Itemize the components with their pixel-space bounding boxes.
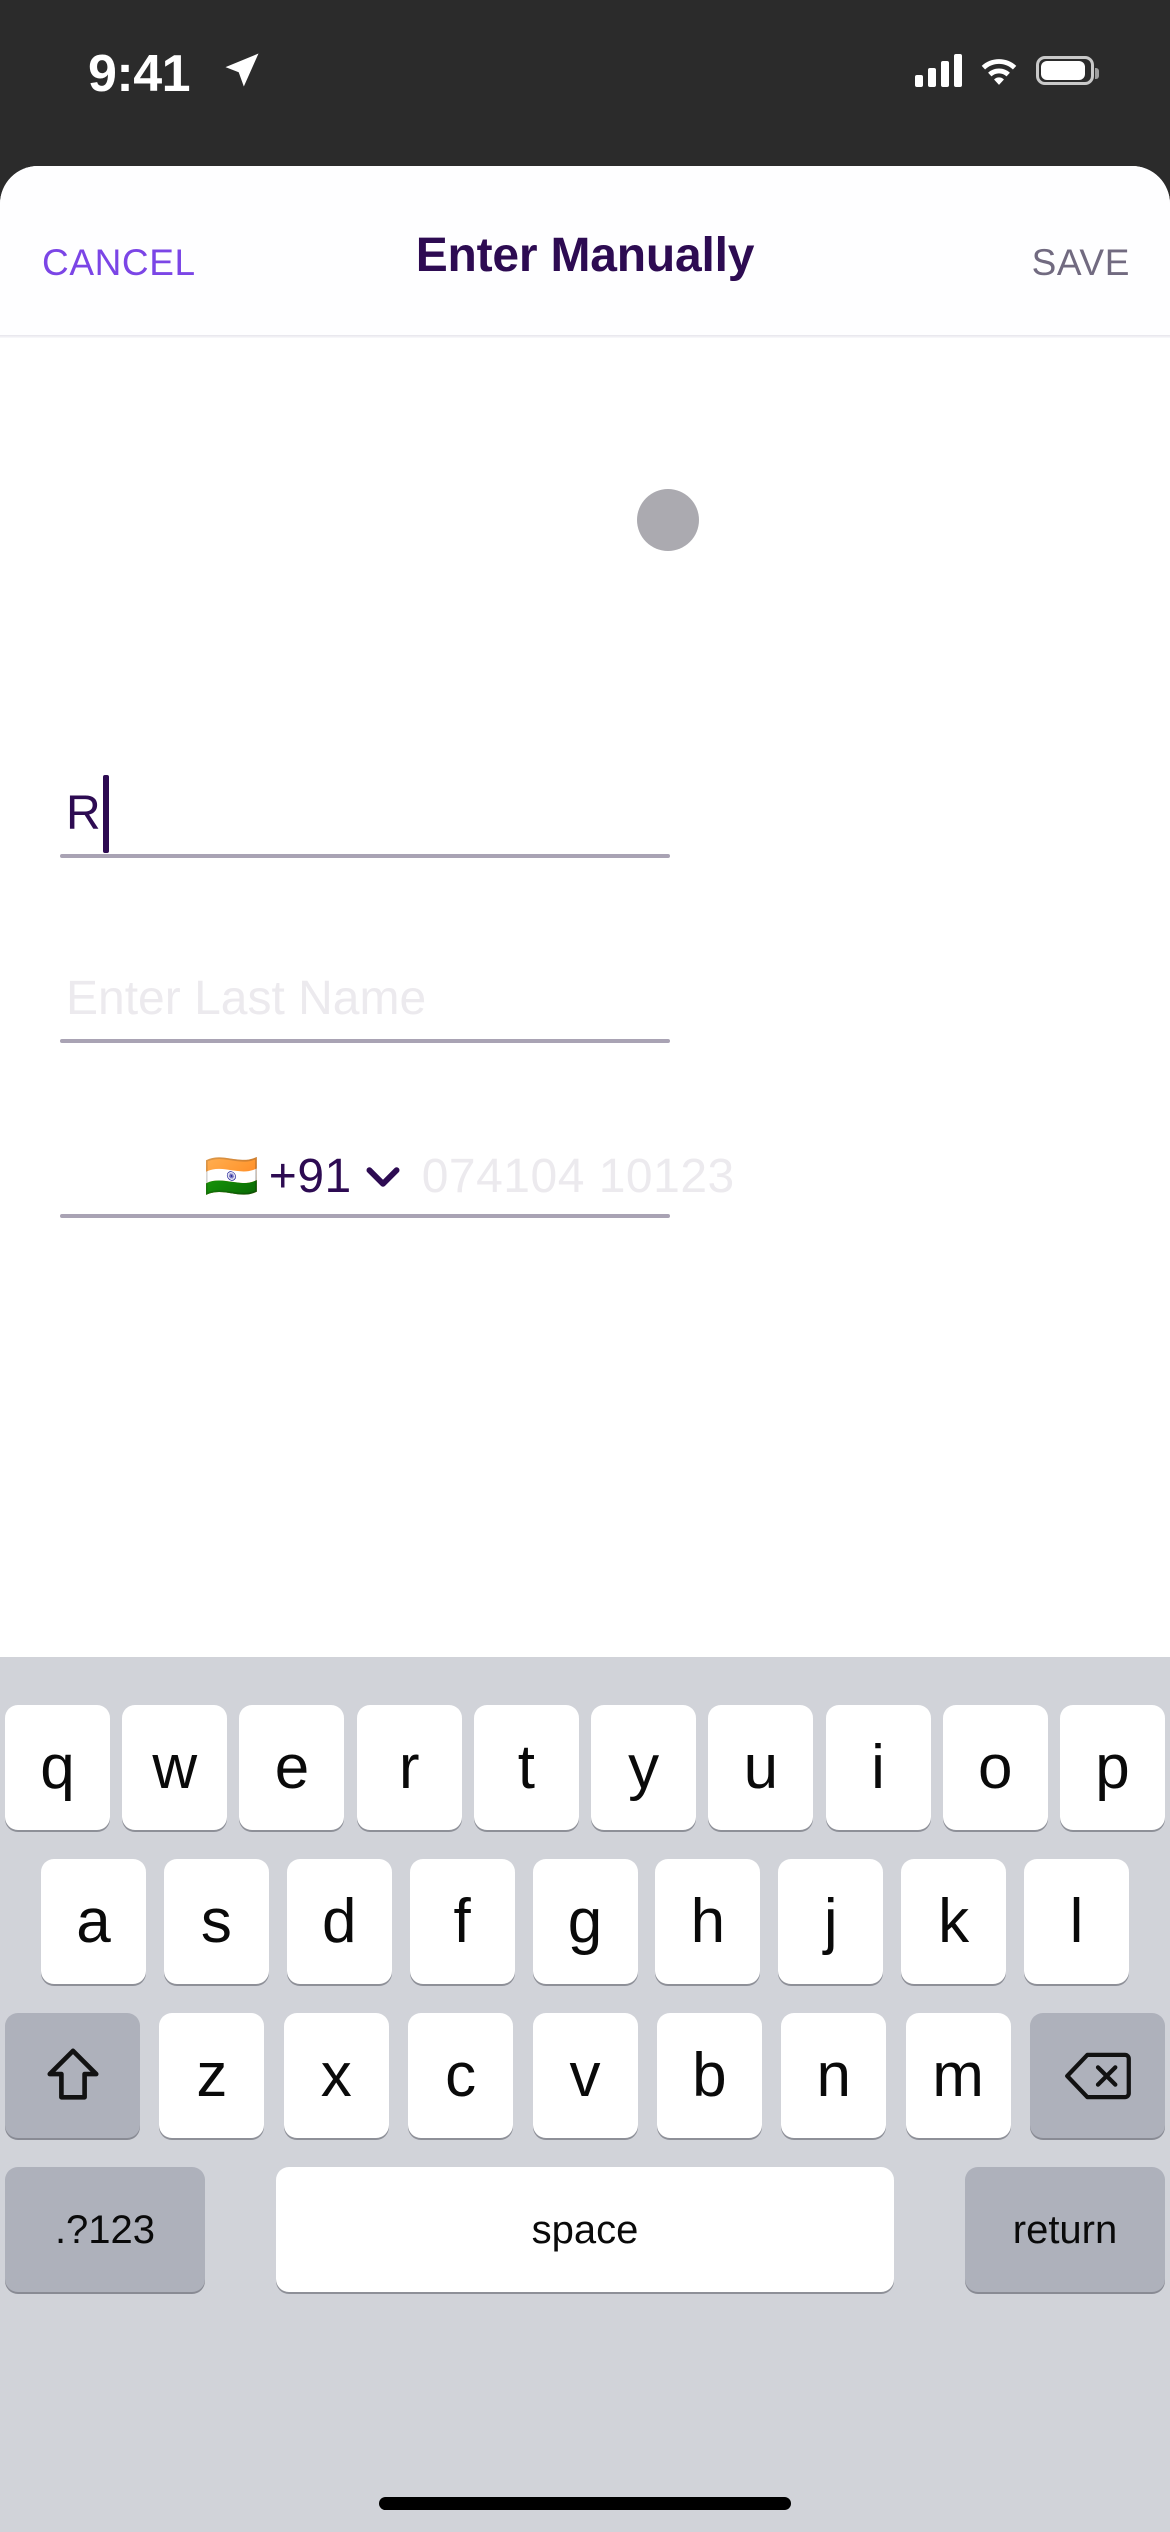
key-k[interactable]: k — [901, 1859, 1006, 1984]
shift-key[interactable] — [5, 2013, 140, 2138]
status-bar: 9:41 — [0, 0, 1170, 166]
keyboard-row-3: z x c v b n m — [0, 2013, 1170, 2138]
phone-row: 🇮🇳 +91 074104 10123 — [60, 1149, 670, 1204]
phone-screen: 9:41 CANCEL Enter Manually SAVE — [0, 0, 1170, 2532]
keyboard-row-1: q w e r t y u i o p — [0, 1705, 1170, 1830]
key-o[interactable]: o — [943, 1705, 1048, 1830]
sheet-nav-bar: CANCEL Enter Manually SAVE — [0, 166, 1170, 338]
key-j[interactable]: j — [778, 1859, 883, 1984]
wifi-icon — [978, 54, 1020, 86]
tap-indicator — [637, 489, 699, 551]
key-s[interactable]: s — [164, 1859, 269, 1984]
key-e[interactable]: e — [239, 1705, 344, 1830]
key-l[interactable]: l — [1024, 1859, 1129, 1984]
space-key[interactable]: space — [276, 2167, 894, 2292]
shift-arrow-icon — [45, 2047, 101, 2105]
status-bar-indicators — [915, 48, 1094, 92]
key-t[interactable]: t — [474, 1705, 579, 1830]
battery-icon — [1036, 56, 1094, 85]
keyboard-row-4: .?123 space return — [0, 2167, 1170, 2292]
first-name-value: R — [66, 786, 101, 842]
first-name-field[interactable]: R — [60, 728, 670, 858]
page-title: Enter Manually — [0, 228, 1170, 283]
key-q[interactable]: q — [5, 1705, 110, 1830]
key-w[interactable]: w — [122, 1705, 227, 1830]
key-r[interactable]: r — [357, 1705, 462, 1830]
key-x[interactable]: x — [284, 2013, 389, 2138]
manual-entry-form: R Enter Last Name 🇮🇳 +91 — [0, 338, 1170, 1657]
key-v[interactable]: v — [533, 2013, 638, 2138]
keyboard-row-2: a s d f g h j k l — [0, 1859, 1170, 1984]
chevron-down-icon — [366, 1166, 400, 1188]
key-p[interactable]: p — [1060, 1705, 1165, 1830]
phone-number-field[interactable]: 🇮🇳 +91 074104 10123 — [60, 1038, 670, 1218]
status-bar-time: 9:41 — [88, 46, 190, 102]
key-f[interactable]: f — [410, 1859, 515, 1984]
key-b[interactable]: b — [657, 2013, 762, 2138]
last-name-field[interactable]: Enter Last Name — [60, 883, 670, 1043]
on-screen-keyboard: q w e r t y u i o p a s d f g h j k l — [0, 1657, 1170, 2532]
key-u[interactable]: u — [708, 1705, 813, 1830]
backspace-key[interactable] — [1030, 2013, 1165, 2138]
text-cursor — [103, 775, 109, 853]
phone-placeholder: 074104 10123 — [422, 1149, 735, 1204]
key-d[interactable]: d — [287, 1859, 392, 1984]
last-name-placeholder: Enter Last Name — [66, 971, 426, 1027]
key-i[interactable]: i — [826, 1705, 931, 1830]
india-flag-icon: 🇮🇳 — [204, 1151, 259, 1203]
first-name-underline — [60, 854, 670, 858]
return-key[interactable]: return — [965, 2167, 1165, 2292]
key-h[interactable]: h — [655, 1859, 760, 1984]
key-c[interactable]: c — [408, 2013, 513, 2138]
country-code-picker[interactable]: 🇮🇳 +91 — [204, 1149, 400, 1204]
enter-manually-sheet: CANCEL Enter Manually SAVE R Enter Last … — [0, 166, 1170, 1657]
save-button[interactable]: SAVE — [1032, 242, 1130, 284]
key-y[interactable]: y — [591, 1705, 696, 1830]
numeric-keyboard-key[interactable]: .?123 — [5, 2167, 205, 2292]
cellular-signal-icon — [915, 53, 962, 87]
home-indicator[interactable] — [379, 2497, 791, 2510]
key-g[interactable]: g — [533, 1859, 638, 1984]
country-code-value: +91 — [269, 1149, 352, 1204]
backspace-delete-icon — [1065, 2051, 1131, 2101]
key-a[interactable]: a — [41, 1859, 146, 1984]
phone-underline — [60, 1214, 670, 1218]
key-n[interactable]: n — [781, 2013, 886, 2138]
key-m[interactable]: m — [906, 2013, 1011, 2138]
location-arrow-icon — [220, 48, 264, 92]
key-z[interactable]: z — [159, 2013, 264, 2138]
